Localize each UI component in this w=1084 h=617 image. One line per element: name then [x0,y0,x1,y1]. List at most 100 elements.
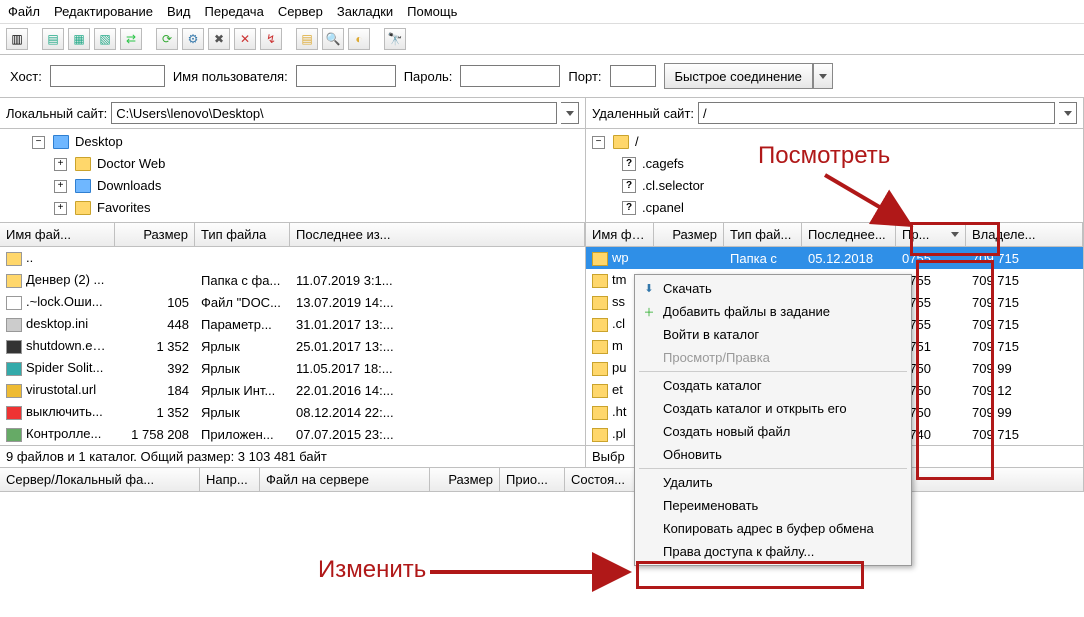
table-row[interactable]: virustotal.url184Ярлык Инт...22.01.2016 … [0,379,585,401]
file-icon [6,362,22,376]
port-input[interactable] [610,65,656,87]
ctx-enter-folder[interactable]: Войти в каталог [635,323,911,346]
chevron-down-icon [1064,111,1072,116]
table-row[interactable]: Контролле...1 758 208Приложен...07.07.20… [0,423,585,445]
toolbar-sync-icon[interactable]: ⇄ [120,28,142,50]
menu-bar: Файл Редактирование Вид Передача Сервер … [0,0,1084,24]
toolbar-filter-icon[interactable]: ▤ [296,28,318,50]
menu-transfer[interactable]: Передача [205,4,264,19]
table-row[interactable]: Денвер (2) ...Папка с фа...11.07.2019 3:… [0,269,585,291]
pass-input[interactable] [460,65,560,87]
col-modified[interactable]: Последнее из... [290,223,585,246]
local-path-input[interactable] [111,102,557,124]
col-permissions[interactable]: Пр... [896,223,966,246]
ctx-delete[interactable]: Удалить [635,471,911,494]
queue-col-server[interactable]: Сервер/Локальный фа... [0,468,200,491]
folder-icon [75,157,91,171]
col-type[interactable]: Тип файла [195,223,290,246]
menu-edit[interactable]: Редактирование [54,4,153,19]
menu-file[interactable]: Файл [8,4,40,19]
table-row[interactable]: wpПапка с05.12.20180755709 715 [586,247,1083,269]
quickconnect-button[interactable]: Быстрое соединение [664,63,813,89]
col-owner[interactable]: Владеле... [966,223,1083,246]
remote-path-dropdown[interactable] [1059,102,1077,124]
queue-col-direction[interactable]: Напр... [200,468,260,491]
unknown-icon: ? [622,201,636,215]
ctx-refresh[interactable]: Обновить [635,443,911,466]
ctx-create-folder[interactable]: Создать каталог [635,374,911,397]
remote-tree[interactable]: −/ ?.cagefs ?.cl.selector ?.cpanel [586,129,1083,223]
ctx-file-permissions[interactable]: Права доступа к файлу... [635,540,911,563]
file-icon [6,428,22,442]
ctx-create-file[interactable]: Создать новый файл [635,420,911,443]
toolbar-disconnect-icon[interactable]: ✕ [234,28,256,50]
quickconnect-dropdown[interactable] [813,63,833,89]
toolbar-cancel-icon[interactable]: ✖ [208,28,230,50]
ctx-rename[interactable]: Переименовать [635,494,911,517]
toolbar-find-icon[interactable]: 🔭 [384,28,406,50]
user-input[interactable] [296,65,396,87]
menu-help[interactable]: Помощь [407,4,457,19]
menu-bookmarks[interactable]: Закладки [337,4,393,19]
folder-icon [592,340,608,354]
ctx-copy-url[interactable]: Копировать адрес в буфер обмена [635,517,911,540]
folder-icon [592,274,608,288]
queue-area [0,492,1084,552]
user-label: Имя пользователя: [173,69,288,84]
collapse-icon[interactable]: − [32,136,45,149]
menu-server[interactable]: Сервер [278,4,323,19]
col-size[interactable]: Размер [654,223,724,246]
remote-headers: Имя фа... Размер Тип фай... Последнее...… [586,223,1083,247]
queue-headers: Сервер/Локальный фа... Напр... Файл на с… [0,468,1084,492]
table-row[interactable]: shutdown.ex...1 352Ярлык25.01.2017 13:..… [0,335,585,357]
toolbar-layout3-icon[interactable]: ▧ [94,28,116,50]
expand-icon[interactable]: + [54,180,67,193]
file-icon [6,318,22,332]
toolbar-layout2-icon[interactable]: ▦ [68,28,90,50]
col-modified[interactable]: Последнее... [802,223,896,246]
toolbar-sitemanager-icon[interactable]: ▥ [6,28,28,50]
local-path-dropdown[interactable] [561,102,579,124]
unknown-icon: ? [622,157,636,171]
remote-path-input[interactable] [698,102,1055,124]
host-input[interactable] [50,65,165,87]
queue-col-prio[interactable]: Прио... [500,468,565,491]
table-row[interactable]: Spider Solit...392Ярлык11.05.2017 18:... [0,357,585,379]
desktop-icon [53,135,69,149]
toolbar-refresh-icon[interactable]: ⟳ [156,28,178,50]
col-name[interactable]: Имя фа... [586,223,654,246]
toolbar-reconnect-icon[interactable]: ↯ [260,28,282,50]
queue-col-size[interactable]: Размер [430,468,500,491]
context-menu: ⬇Скачать ＋Добавить файлы в задание Войти… [634,274,912,566]
folder-icon [592,384,608,398]
table-row[interactable]: выключить...1 352Ярлык08.12.2014 22:... [0,401,585,423]
table-row[interactable]: desktop.ini448Параметр...31.01.2017 13:.… [0,313,585,335]
expand-icon[interactable]: + [54,202,67,215]
table-row[interactable]: .~lock.Оши...105Файл "DOC...13.07.2019 1… [0,291,585,313]
ctx-download[interactable]: ⬇Скачать [635,277,911,300]
toolbar-settings-icon[interactable]: ⚙ [182,28,204,50]
menu-view[interactable]: Вид [167,4,191,19]
local-tree[interactable]: −Desktop +Doctor Web +Downloads +Favorit… [0,129,585,223]
toolbar-search-icon[interactable]: 🔍 [322,28,344,50]
port-label: Порт: [568,69,601,84]
col-name[interactable]: Имя фай... [0,223,115,246]
separator [639,371,907,372]
col-type[interactable]: Тип фай... [724,223,802,246]
ctx-create-folder-open[interactable]: Создать каталог и открыть его [635,397,911,420]
folder-icon [592,296,608,310]
table-row[interactable]: .. [0,247,585,269]
folder-icon [592,406,608,420]
toolbar: ▥ ▤ ▦ ▧ ⇄ ⟳ ⚙ ✖ ✕ ↯ ▤ 🔍 ◐ 🔭 [0,24,1084,55]
ctx-view-edit: Просмотр/Правка [635,346,911,369]
toolbar-layout1-icon[interactable]: ▤ [42,28,64,50]
local-filelist[interactable]: ..Денвер (2) ...Папка с фа...11.07.2019 … [0,247,585,445]
toolbar-compare-icon[interactable]: ◐ [348,28,370,50]
unknown-icon: ? [622,179,636,193]
expand-icon[interactable]: + [54,158,67,171]
queue-col-remote[interactable]: Файл на сервере [260,468,430,491]
ctx-add-to-queue[interactable]: ＋Добавить файлы в задание [635,300,911,323]
collapse-icon[interactable]: − [592,136,605,149]
col-size[interactable]: Размер [115,223,195,246]
file-icon [6,252,22,266]
